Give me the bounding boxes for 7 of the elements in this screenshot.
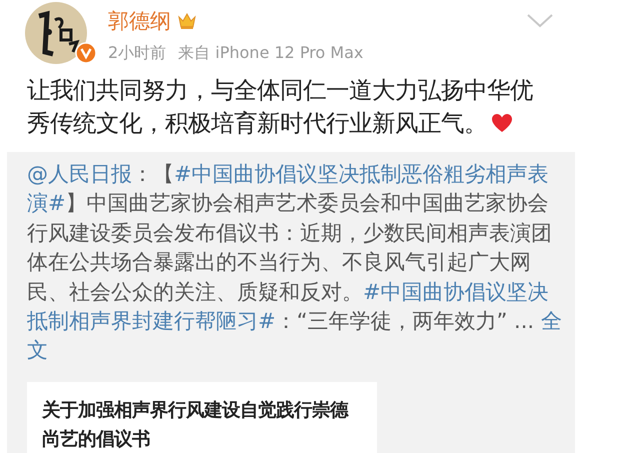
article-card[interactable]: 关于加强相声界行风建设自觉践行崇德尚艺的倡议书: [27, 382, 377, 453]
repost-text: @人民日报：【#中国曲协倡议坚决抵制恶俗粗劣相声表演#】中国曲艺家协会相声艺术委员会和中国曲艺家协会行风建设委员会发布倡议书：近期，少数民间相声表演团体在公共场合暴露出的不当行为、不良风气引起广大网民、社会公众的关注、质疑和反对。#中国曲协倡议坚决抵制相声界封建行帮陋习#：“三年学徒，两年效力” ... 全文: [27, 161, 563, 364]
chevron-down-icon[interactable]: [527, 14, 553, 28]
post-text: 让我们共同努力，与全体同仁一道大力弘扬中华优秀传统文化，积极培育新时代行业新风正气。: [27, 75, 534, 139]
post-time: 2小时前: [108, 42, 166, 64]
article-title: 关于加强相声界行风建设自觉践行崇德尚艺的倡议书: [42, 400, 348, 450]
post-source: 来自 iPhone 12 Pro Max: [178, 42, 364, 64]
